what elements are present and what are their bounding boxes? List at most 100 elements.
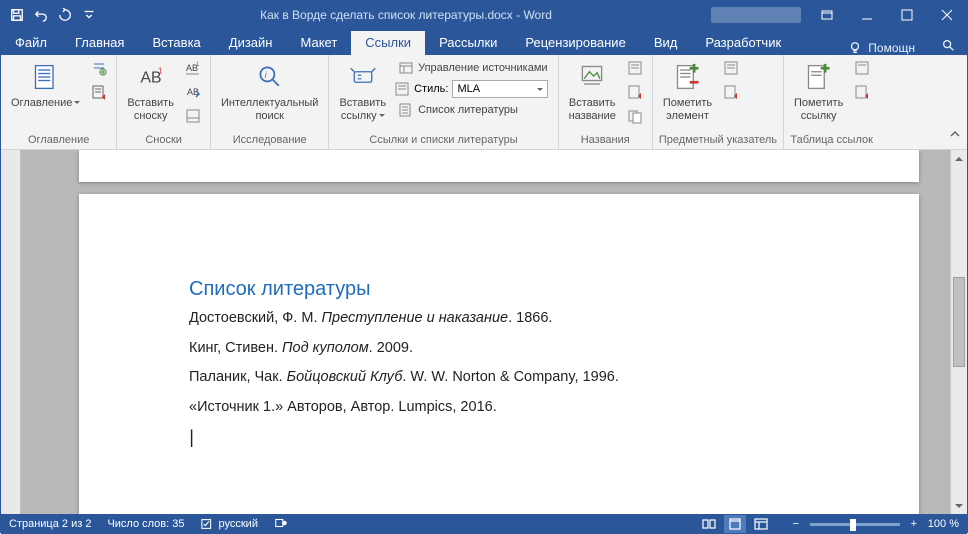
insert-figures-table-icon[interactable] bbox=[624, 57, 646, 79]
window-title: Как в Ворде сделать список литературы.do… bbox=[101, 8, 711, 22]
collapse-ribbon-icon[interactable] bbox=[949, 127, 961, 145]
toc-button[interactable]: Оглавление bbox=[7, 57, 84, 112]
spellcheck-icon bbox=[201, 518, 215, 530]
group-captions: Вставить название Названия bbox=[559, 55, 653, 149]
mark-citation-button[interactable]: Пометить ссылку bbox=[790, 57, 847, 124]
scrollbar-track[interactable] bbox=[951, 167, 967, 497]
document-viewport[interactable]: Список литературы Достоевский, Ф. М. Пре… bbox=[21, 150, 950, 514]
account-blur bbox=[711, 7, 801, 23]
status-bar: Страница 2 из 2 Число слов: 35 русский −… bbox=[1, 514, 967, 534]
print-layout-icon[interactable] bbox=[724, 515, 746, 533]
next-footnote-icon[interactable]: AB bbox=[182, 81, 204, 103]
update-figures-table-icon[interactable] bbox=[624, 81, 646, 103]
title-bar: Как в Ворде сделать список литературы.do… bbox=[1, 1, 967, 29]
document-page[interactable]: Список литературы Достоевский, Ф. М. Пре… bbox=[79, 194, 919, 514]
tab-developer[interactable]: Разработчик bbox=[691, 31, 795, 55]
smart-lookup-button[interactable]: i Интеллектуальный поиск bbox=[217, 57, 322, 124]
zoom-in-button[interactable]: + bbox=[906, 516, 922, 532]
page-indicator[interactable]: Страница 2 из 2 bbox=[9, 518, 91, 530]
word-count[interactable]: Число слов: 35 bbox=[107, 518, 184, 530]
group-research: i Интеллектуальный поиск Исследование bbox=[211, 55, 329, 149]
bibliography-icon bbox=[398, 102, 414, 118]
close-icon[interactable] bbox=[927, 1, 967, 29]
zoom-control: − + 100 % bbox=[788, 516, 959, 532]
read-mode-icon[interactable] bbox=[698, 515, 720, 533]
macro-recording-icon[interactable] bbox=[274, 517, 288, 532]
insert-index-icon[interactable] bbox=[720, 57, 742, 79]
save-icon[interactable] bbox=[5, 3, 29, 27]
insert-footnote-button[interactable]: AB1 Вставить сноску bbox=[123, 57, 178, 124]
citation-icon bbox=[347, 61, 379, 93]
footnote-icon: AB1 bbox=[135, 61, 167, 93]
bibliography-entry: «Источник 1.» Авторов, Автор. Lumpics, 2… bbox=[189, 398, 809, 418]
group-footnotes: AB1 Вставить сноску AB1 AB Сноски bbox=[117, 55, 211, 149]
citation-style-row: Стиль: MLA bbox=[394, 80, 551, 98]
bibliography-button[interactable]: Список литературы bbox=[394, 101, 551, 119]
tell-me[interactable]: Помощн bbox=[834, 41, 929, 55]
vertical-scrollbar[interactable] bbox=[950, 150, 967, 514]
tab-home[interactable]: Главная bbox=[61, 31, 138, 55]
group-toa: Пометить ссылку Таблица ссылок bbox=[784, 55, 879, 149]
text-cursor: | bbox=[189, 427, 809, 448]
maximize-icon[interactable] bbox=[887, 1, 927, 29]
insert-toa-icon[interactable] bbox=[851, 57, 873, 79]
mark-entry-icon bbox=[672, 61, 704, 93]
bulb-icon bbox=[848, 41, 862, 55]
zoom-level[interactable]: 100 % bbox=[928, 518, 959, 530]
cross-reference-icon[interactable] bbox=[624, 105, 646, 127]
svg-text:1: 1 bbox=[196, 62, 200, 68]
tab-file[interactable]: Файл bbox=[1, 31, 61, 55]
svg-text:1: 1 bbox=[158, 67, 162, 76]
redo-icon[interactable] bbox=[53, 3, 77, 27]
zoom-out-button[interactable]: − bbox=[788, 516, 804, 532]
mark-citation-icon bbox=[803, 61, 835, 93]
toc-icon bbox=[30, 61, 62, 93]
tab-view[interactable]: Вид bbox=[640, 31, 692, 55]
mark-entry-button[interactable]: Пометить элемент bbox=[659, 57, 716, 124]
style-icon bbox=[394, 81, 410, 97]
tab-mailings[interactable]: Рассылки bbox=[425, 31, 511, 55]
tab-layout[interactable]: Макет bbox=[286, 31, 351, 55]
minimize-icon[interactable] bbox=[847, 1, 887, 29]
magnifier-icon: i bbox=[254, 61, 286, 93]
update-toc-icon[interactable] bbox=[88, 81, 110, 103]
undo-icon[interactable] bbox=[29, 3, 53, 27]
ribbon-display-icon[interactable] bbox=[807, 1, 847, 29]
insert-caption-button[interactable]: Вставить название bbox=[565, 57, 620, 124]
add-text-icon[interactable] bbox=[88, 57, 110, 79]
tab-design[interactable]: Дизайн bbox=[215, 31, 287, 55]
ribbon-tabs: Файл Главная Вставка Дизайн Макет Ссылки… bbox=[1, 29, 967, 55]
qat-customize-icon[interactable] bbox=[77, 3, 101, 27]
web-layout-icon[interactable] bbox=[750, 515, 772, 533]
bibliography-entry: Достоевский, Ф. М. Преступление и наказа… bbox=[189, 309, 809, 329]
tab-references[interactable]: Ссылки bbox=[351, 31, 425, 55]
bibliography-entry: Паланик, Чак. Бойцовский Клуб. W. W. Nor… bbox=[189, 368, 809, 388]
language-indicator[interactable]: русский bbox=[201, 518, 258, 530]
search-icon[interactable] bbox=[929, 38, 967, 55]
manage-sources-button[interactable]: Управление источниками bbox=[394, 59, 551, 77]
manage-sources-icon bbox=[398, 60, 414, 76]
svg-text:i: i bbox=[264, 70, 267, 80]
insert-citation-button[interactable]: Вставить ссылку bbox=[335, 57, 390, 124]
scrollbar-thumb[interactable] bbox=[953, 277, 965, 367]
document-area: Список литературы Достоевский, Ф. М. Пре… bbox=[1, 150, 967, 514]
group-toc: Оглавление Оглавление bbox=[1, 55, 117, 149]
previous-page-bottom bbox=[79, 150, 919, 182]
vertical-ruler[interactable] bbox=[1, 150, 21, 514]
bibliography-heading: Список литературы bbox=[189, 278, 809, 301]
tab-insert[interactable]: Вставка bbox=[138, 31, 214, 55]
scroll-down-icon[interactable] bbox=[951, 497, 967, 514]
update-toa-icon[interactable] bbox=[851, 81, 873, 103]
group-citations: Вставить ссылку Управление источниками С… bbox=[329, 55, 558, 149]
scroll-up-icon[interactable] bbox=[951, 150, 967, 167]
tab-review[interactable]: Рецензирование bbox=[511, 31, 639, 55]
update-index-icon[interactable] bbox=[720, 81, 742, 103]
show-notes-icon[interactable] bbox=[182, 105, 204, 127]
ribbon: Оглавление Оглавление AB1 Вставить сноск… bbox=[1, 55, 967, 150]
citation-style-select[interactable]: MLA bbox=[452, 80, 548, 98]
insert-endnote-icon[interactable]: AB1 bbox=[182, 57, 204, 79]
zoom-slider[interactable] bbox=[810, 523, 900, 526]
group-index: Пометить элемент Предметный указатель bbox=[653, 55, 784, 149]
bibliography-entry: Кинг, Стивен. Под куполом. 2009. bbox=[189, 339, 809, 359]
caption-icon bbox=[576, 61, 608, 93]
